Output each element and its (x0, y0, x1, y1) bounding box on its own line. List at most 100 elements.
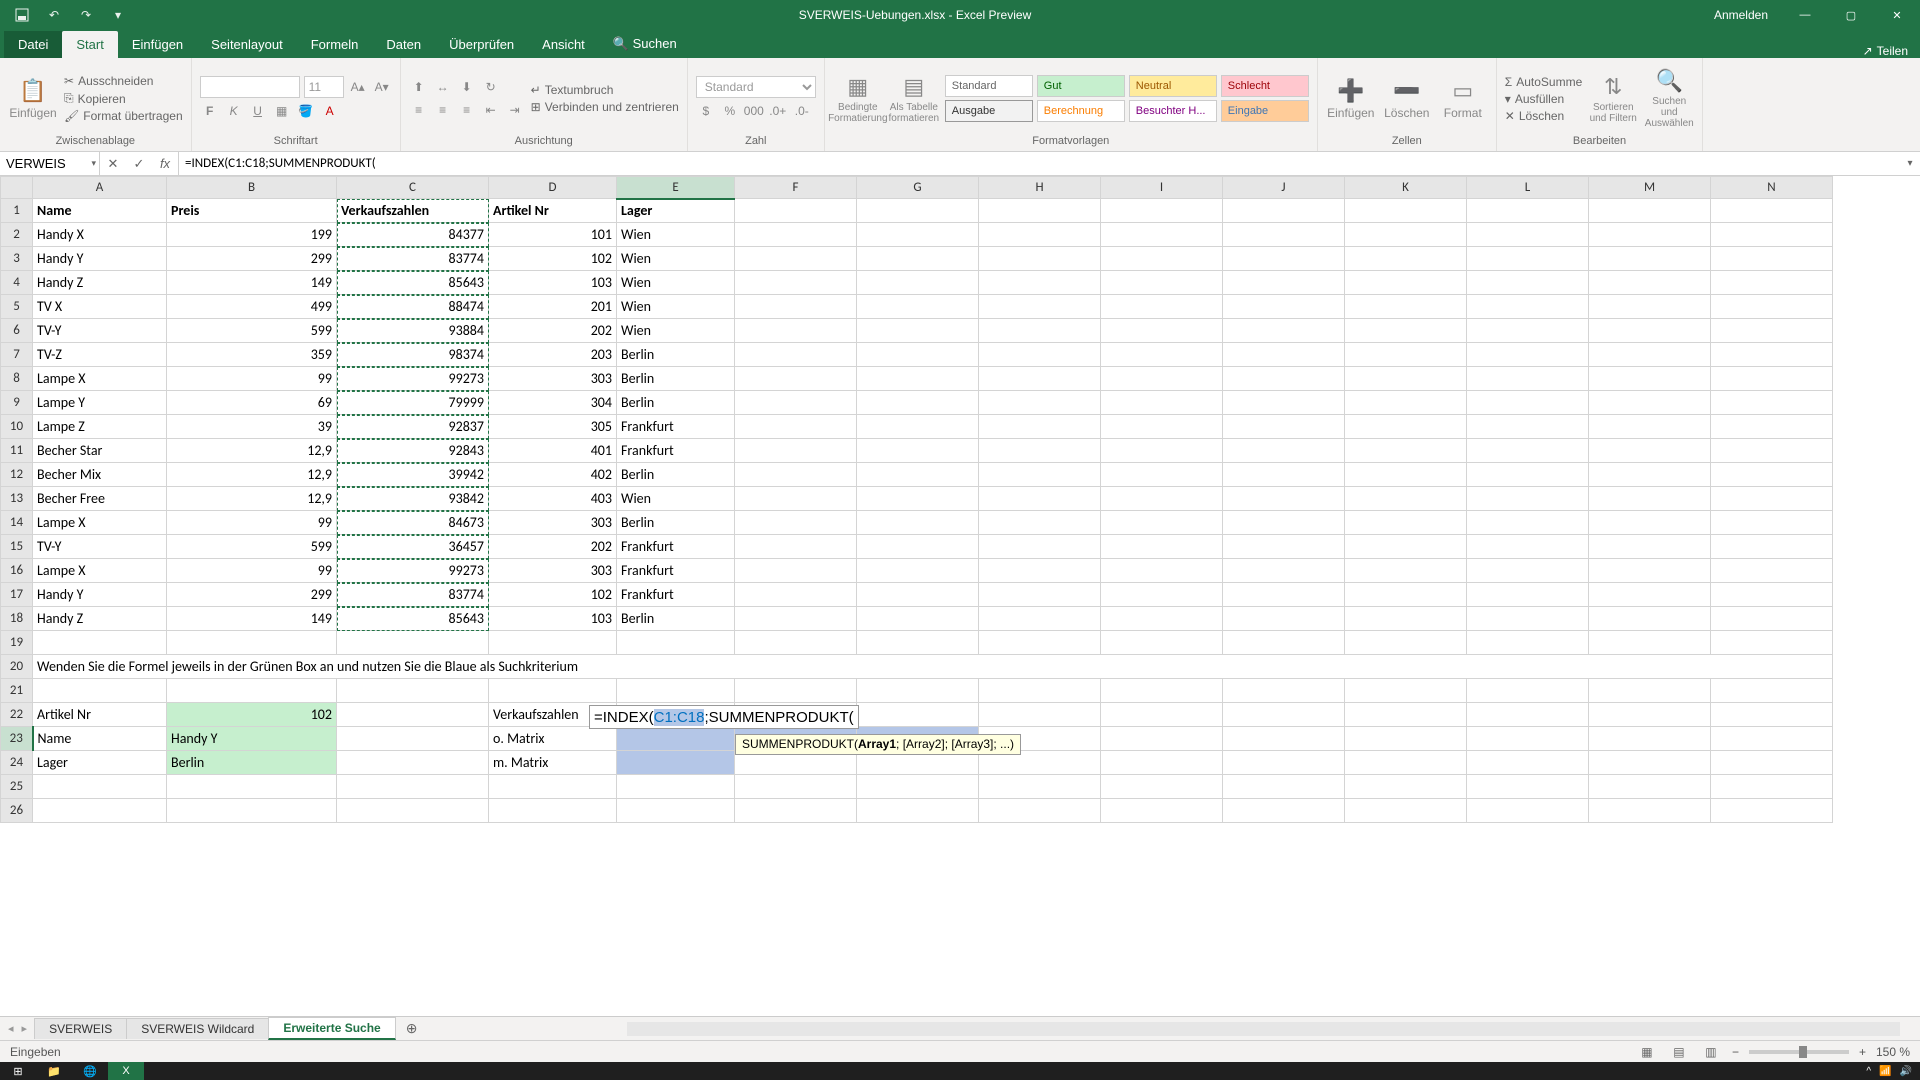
cell[interactable] (1223, 679, 1345, 703)
cell[interactable] (617, 751, 735, 775)
indent-dec-icon[interactable]: ⇤ (481, 100, 501, 120)
cell[interactable] (979, 487, 1101, 511)
cell[interactable] (979, 703, 1101, 727)
cell[interactable] (1345, 295, 1467, 319)
excel-taskbar-icon[interactable]: X (108, 1062, 144, 1080)
cell[interactable]: 202 (489, 319, 617, 343)
cell[interactable] (1101, 511, 1223, 535)
cell[interactable] (1101, 247, 1223, 271)
cell[interactable] (1589, 367, 1711, 391)
cell[interactable]: Berlin (617, 511, 735, 535)
wrap-text-button[interactable]: ↵ Textumbruch (531, 83, 679, 97)
cell[interactable] (1101, 415, 1223, 439)
cell[interactable]: Verkaufszahlen (337, 199, 489, 223)
col-header[interactable]: G (857, 177, 979, 199)
cell[interactable] (735, 775, 857, 799)
cell[interactable] (735, 799, 857, 823)
cell[interactable] (979, 607, 1101, 631)
cell[interactable] (1589, 751, 1711, 775)
sheet-nav-first-icon[interactable]: ◂ (6, 1022, 16, 1035)
cell[interactable] (1101, 439, 1223, 463)
cell[interactable]: 99 (167, 511, 337, 535)
cell[interactable] (617, 775, 735, 799)
cell[interactable] (857, 343, 979, 367)
cell[interactable]: 203 (489, 343, 617, 367)
cell[interactable] (1589, 343, 1711, 367)
cell[interactable]: Handy X (33, 223, 167, 247)
cell[interactable]: 39 (167, 415, 337, 439)
cell[interactable] (857, 199, 979, 223)
cell[interactable] (735, 343, 857, 367)
cell[interactable] (1589, 463, 1711, 487)
cell[interactable] (1711, 775, 1833, 799)
cell[interactable] (1589, 199, 1711, 223)
cell[interactable]: Wien (617, 487, 735, 511)
cell[interactable] (979, 199, 1101, 223)
style-gut[interactable]: Gut (1037, 75, 1125, 97)
cell[interactable]: Frankfurt (617, 439, 735, 463)
cell[interactable] (979, 415, 1101, 439)
fx-icon[interactable]: fx (152, 156, 178, 171)
cell[interactable] (1467, 583, 1589, 607)
cell[interactable] (857, 583, 979, 607)
cell[interactable] (857, 463, 979, 487)
cell[interactable] (337, 631, 489, 655)
cell[interactable] (33, 799, 167, 823)
enter-formula-icon[interactable]: ✓ (126, 156, 152, 172)
col-header[interactable]: H (979, 177, 1101, 199)
col-header[interactable]: J (1223, 177, 1345, 199)
cell[interactable] (735, 319, 857, 343)
row-header[interactable]: 5 (1, 295, 33, 319)
row-header[interactable]: 13 (1, 487, 33, 511)
close-button[interactable]: ✕ (1874, 0, 1920, 30)
cell[interactable] (735, 223, 857, 247)
cell[interactable] (857, 559, 979, 583)
tab-formulas[interactable]: Formeln (297, 31, 373, 58)
tray-volume-icon[interactable]: 🔊 (1900, 1066, 1912, 1077)
cell[interactable] (1223, 727, 1345, 751)
cell[interactable]: Name (33, 727, 167, 751)
cell[interactable] (1589, 247, 1711, 271)
tab-search[interactable]: 🔍 Suchen (599, 30, 691, 58)
cell[interactable] (1589, 631, 1711, 655)
cell[interactable] (1589, 271, 1711, 295)
inc-decimal-icon[interactable]: .0+ (768, 101, 788, 121)
cell[interactable]: 359 (167, 343, 337, 367)
cell[interactable]: Wien (617, 319, 735, 343)
expand-formula-icon[interactable]: ▾ (1900, 152, 1920, 175)
cell[interactable] (1467, 511, 1589, 535)
cell[interactable] (1223, 799, 1345, 823)
cell[interactable]: 99 (167, 559, 337, 583)
col-header[interactable]: M (1589, 177, 1711, 199)
cell[interactable] (33, 631, 167, 655)
row-header[interactable]: 10 (1, 415, 33, 439)
cell[interactable]: 83774 (337, 583, 489, 607)
cell[interactable]: Frankfurt (617, 583, 735, 607)
cell[interactable] (979, 799, 1101, 823)
cell[interactable] (1345, 247, 1467, 271)
cell[interactable]: Name (33, 199, 167, 223)
qat-more-icon[interactable]: ▾ (106, 3, 130, 27)
cell[interactable] (1101, 559, 1223, 583)
style-standard[interactable]: Standard (945, 75, 1033, 97)
cell[interactable] (1101, 295, 1223, 319)
cell[interactable]: Berlin (617, 343, 735, 367)
cell[interactable] (1223, 583, 1345, 607)
cell[interactable] (1711, 511, 1833, 535)
sheet-tab[interactable]: SVERWEIS (34, 1018, 127, 1039)
cell[interactable] (1345, 559, 1467, 583)
cell[interactable] (1101, 487, 1223, 511)
cell[interactable] (1589, 559, 1711, 583)
edge-icon[interactable]: 🌐 (72, 1062, 108, 1080)
fill-color-button[interactable]: 🪣 (296, 101, 316, 121)
cell[interactable]: TV-Y (33, 319, 167, 343)
cell[interactable] (1467, 463, 1589, 487)
add-sheet-button[interactable]: ⊕ (396, 1020, 428, 1037)
col-header[interactable]: K (1345, 177, 1467, 199)
cell[interactable] (1711, 631, 1833, 655)
cell[interactable] (1711, 391, 1833, 415)
cell[interactable] (1467, 727, 1589, 751)
cell[interactable] (1711, 751, 1833, 775)
cell[interactable] (857, 391, 979, 415)
cell[interactable] (1589, 703, 1711, 727)
